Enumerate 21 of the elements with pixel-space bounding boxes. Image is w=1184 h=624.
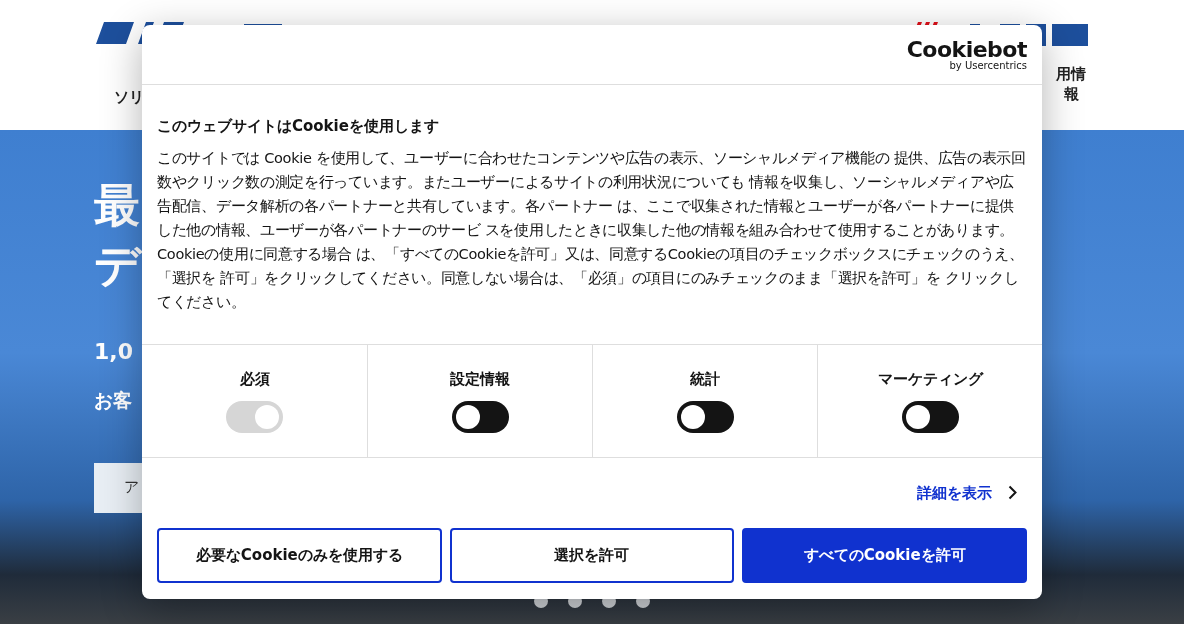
- brand-logo: Cookiebot: [906, 38, 1027, 61]
- category-label: 設定情報: [450, 369, 510, 391]
- hero-caption: お客: [94, 388, 132, 413]
- category-label: 統計: [690, 369, 720, 391]
- dialog-description: このサイトでは Cookie を使用して、ユーザーに合わせたコンテンツや広告の表示、ソーシャルメディア機能の 提供、広告の表示回数やクリック数の測定を行っています。またユーザーによるサイトの利用状況についても 情報を収集し、ソーシャルメディアや広告配信、データ解析の各パートナーと共有しています。各パートナー は、ここで収集された情報とユーザーが各パートナーに提供した他の情報、ユーザーが各パートナーのサービ スを使用したときに収集した他の情報を組み合わせて使用することがあります。 Cookieの使用に同意する場合 は、「すべてのCookieを許可」又は、同意するCookieの項目のチェックボックスにチェックのうえ、「選択を 許可」をクリックしてください。同意しない場合は、「必須」の項目にのみチェックのまま「選択を許可」を クリックしてください。: [157, 148, 1027, 312]
- toggle-switch[interactable]: [901, 400, 959, 433]
- consent-button[interactable]: 選択を許可: [449, 528, 735, 583]
- dialog-title: このウェブサイトはCookieを使用します: [157, 116, 440, 137]
- hero-headline: デ: [94, 237, 141, 294]
- consent-button[interactable]: すべてのCookieを許可: [742, 528, 1027, 583]
- category-label: 必須: [239, 369, 270, 391]
- toggle-switch[interactable]: [451, 400, 509, 433]
- details-link[interactable]: 詳細を表示: [917, 481, 1017, 504]
- brand-tagline: by Usercentrics: [949, 60, 1027, 71]
- category-label: マーケティング: [877, 369, 983, 391]
- hero-subtitle: 1,0: [94, 338, 133, 366]
- chevron-right-icon: [1008, 485, 1017, 501]
- toggle-switch[interactable]: [676, 400, 734, 433]
- hero-headline: 最: [94, 177, 140, 234]
- consent-button[interactable]: 必要なCookieのみを使用する: [157, 528, 442, 583]
- nav-item[interactable]: 用情 報: [1056, 64, 1086, 104]
